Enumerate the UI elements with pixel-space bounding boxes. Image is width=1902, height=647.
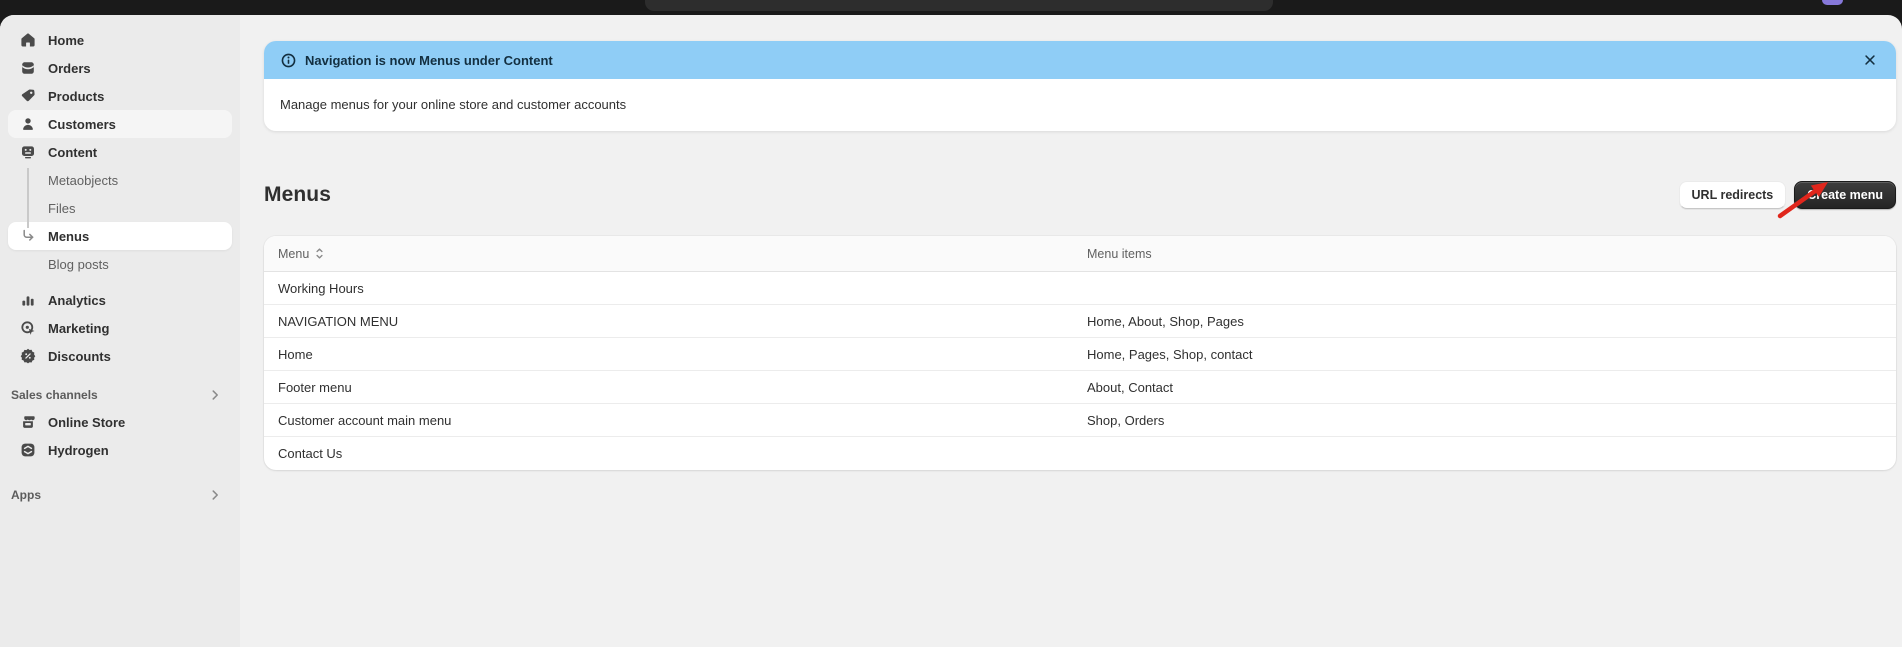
sidebar-item-label: Marketing [48,321,109,336]
storefront-icon [20,414,36,430]
sort-icon [314,247,325,260]
apps-label: Apps [11,488,41,502]
sidebar-item-label: Customers [48,117,116,132]
sidebar-subitem-label: Menus [48,229,89,244]
create-menu-button[interactable]: Create menu [1794,181,1896,209]
menu-items-cell: Home, About, Shop, Pages [1073,305,1896,337]
sidebar-item-label: Content [48,145,97,160]
sidebar-item-label: Orders [48,61,91,76]
sidebar-item-label: Analytics [48,293,106,308]
sidebar-item-label: Home [48,33,84,48]
info-banner: Navigation is now Menus under Content Ma… [264,41,1896,131]
sidebar-subitem-menus[interactable]: Menus [8,222,232,250]
table-row[interactable]: NAVIGATION MENU Home, About, Shop, Pages [264,305,1896,338]
sales-channels-header[interactable]: Sales channels [8,382,232,408]
discount-badge-icon [20,348,36,364]
menu-name-cell: Home [264,338,1073,370]
page-header: Menus URL redirects Create menu [264,179,1896,211]
menu-name-cell: Contact Us [264,437,1073,470]
orders-icon [20,60,36,76]
table-header-row: Menu Menu items [264,236,1896,272]
sidebar-item-content[interactable]: Content [8,138,232,166]
banner-title: Navigation is now Menus under Content [305,53,553,68]
sidebar-item-label: Online Store [48,415,125,430]
analytics-bars-icon [20,292,36,308]
table-row[interactable]: Customer account main menu Shop, Orders [264,404,1896,437]
banner-description: Manage menus for your online store and c… [280,97,626,112]
sidebar-item-customers[interactable]: Customers [8,110,232,138]
sidebar-subitem-label: Metaobjects [48,173,118,188]
avatar[interactable] [1822,0,1843,5]
sidebar-item-label: Discounts [48,349,111,364]
menu-name-cell: Working Hours [264,272,1073,304]
sales-channels-label: Sales channels [11,388,98,402]
sidebar-item-home[interactable]: Home [8,26,232,54]
sidebar-item-products[interactable]: Products [8,82,232,110]
info-icon [280,52,297,69]
menu-name-cell: Customer account main menu [264,404,1073,436]
sidebar-item-analytics[interactable]: Analytics [8,286,232,314]
chevron-right-icon [208,388,222,402]
table-row[interactable]: Working Hours [264,272,1896,305]
sidebar-subitem-label: Blog posts [48,257,109,272]
sidebar-subitem-label: Files [48,201,75,216]
sidebar-item-marketing[interactable]: Marketing [8,314,232,342]
page-title: Menus [264,183,331,207]
chevron-right-icon [208,488,222,502]
info-banner-body: Manage menus for your online store and c… [264,79,1896,131]
home-icon [20,32,36,48]
url-redirects-button[interactable]: URL redirects [1679,181,1787,209]
menu-items-cell [1073,272,1896,304]
menu-name-cell: Footer menu [264,371,1073,403]
customers-icon [20,116,36,132]
top-bar [0,0,1902,15]
corner-down-right-arrow-icon [20,228,36,244]
app-frame: Home Orders Products Customers Content [0,15,1902,647]
sidebar-item-hydrogen[interactable]: Hydrogen [8,436,232,464]
column-header-menu[interactable]: Menu [264,236,1073,271]
main-content: Navigation is now Menus under Content Ma… [240,15,1902,647]
subnav-tree-line [27,168,29,228]
sidebar-item-online-store[interactable]: Online Store [8,408,232,436]
menu-items-cell: Home, Pages, Shop, contact [1073,338,1896,370]
products-tag-icon [20,88,36,104]
info-banner-header: Navigation is now Menus under Content [264,41,1896,79]
hydrogen-icon [20,442,36,458]
menu-items-cell: About, Contact [1073,371,1896,403]
sidebar-item-orders[interactable]: Orders [8,54,232,82]
close-icon [1863,53,1877,67]
marketing-target-icon [20,320,36,336]
search-input[interactable] [645,0,1273,11]
table-row[interactable]: Contact Us [264,437,1896,470]
banner-close-button[interactable] [1860,50,1880,70]
sidebar-item-label: Products [48,89,104,104]
menu-items-cell [1073,437,1896,470]
sidebar-item-label: Hydrogen [48,443,109,458]
column-header-menu-items-label: Menu items [1087,247,1152,261]
sidebar-subitem-files[interactable]: Files [8,194,232,222]
column-header-menu-label: Menu [278,247,309,261]
page-actions: URL redirects Create menu [1679,181,1896,209]
column-header-menu-items: Menu items [1073,236,1896,271]
content-icon [20,144,36,160]
sidebar-subitem-blog-posts[interactable]: Blog posts [8,250,232,278]
apps-header[interactable]: Apps [8,482,232,508]
table-row[interactable]: Footer menu About, Contact [264,371,1896,404]
sidebar-item-discounts[interactable]: Discounts [8,342,232,370]
menus-table: Menu Menu items Working Hours NAVIGATION… [264,236,1896,470]
sidebar-subitem-metaobjects[interactable]: Metaobjects [8,166,232,194]
menu-items-cell: Shop, Orders [1073,404,1896,436]
table-row[interactable]: Home Home, Pages, Shop, contact [264,338,1896,371]
menu-name-cell: NAVIGATION MENU [264,305,1073,337]
sidebar: Home Orders Products Customers Content [0,15,240,647]
